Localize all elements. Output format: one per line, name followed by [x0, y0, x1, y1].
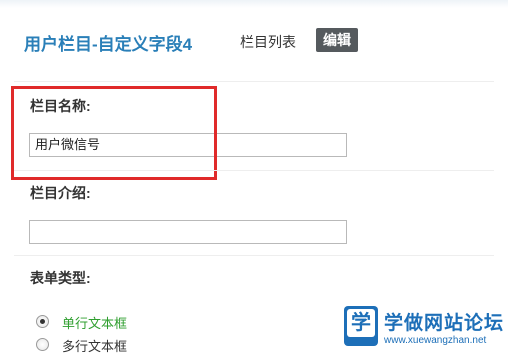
radio-unselected-icon[interactable] — [36, 338, 49, 351]
watermark-logo-char: 学 — [347, 309, 375, 337]
tab-column-list[interactable]: 栏目列表 — [240, 32, 296, 52]
form-type-label: 表单类型: — [30, 270, 91, 286]
watermark-title: 学做网站论坛 — [384, 313, 505, 334]
watermark-url: www.xuewangzhan.net — [384, 335, 487, 346]
option-multi-line-label[interactable]: 多行文本框 — [62, 336, 127, 355]
page-title: 用户栏目-自定义字段4 — [24, 35, 193, 54]
highlight-annotation — [11, 86, 217, 180]
column-intro-input[interactable] — [29, 220, 347, 244]
field-divider-2 — [14, 255, 494, 256]
column-intro-label: 栏目介绍: — [30, 185, 91, 201]
top-band — [0, 0, 508, 8]
option-single-line-label[interactable]: 单行文本框 — [62, 313, 127, 332]
radio-selected-icon[interactable] — [36, 315, 49, 328]
tab-edit[interactable]: 编辑 — [316, 28, 358, 52]
header-divider — [14, 81, 494, 82]
field-divider — [14, 170, 494, 171]
watermark-logo: 学 — [344, 306, 378, 346]
site-watermark: 学 学做网站论坛 www.xuewangzhan.net — [344, 306, 508, 351]
page-header: 用户栏目-自定义字段4 栏目列表 编辑 — [0, 8, 508, 70]
